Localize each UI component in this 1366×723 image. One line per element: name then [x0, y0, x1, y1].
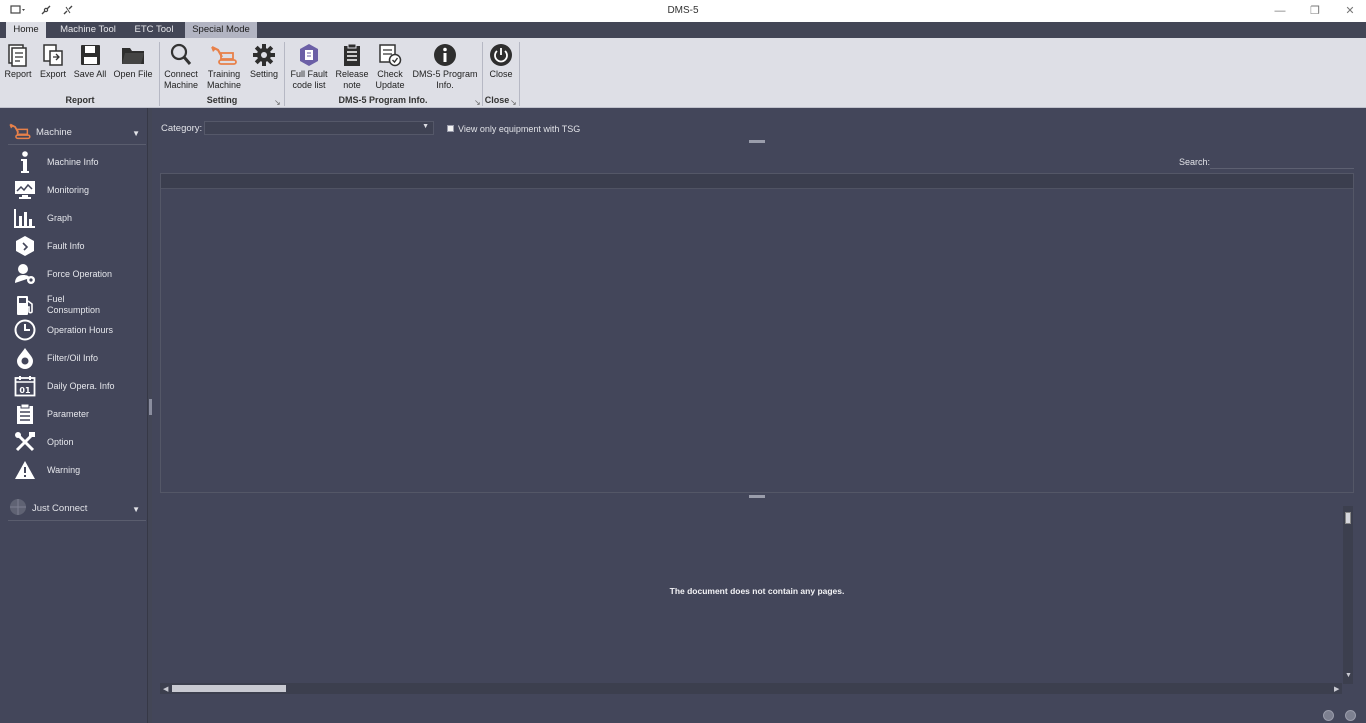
main-panel: Category: ▼ View only equipment with TSG…: [152, 108, 1366, 723]
category-dropdown[interactable]: ▼: [204, 121, 434, 135]
machine-section-header[interactable]: Machine ▼: [8, 121, 146, 145]
fuel-pump-icon: [12, 293, 38, 317]
setting-button[interactable]: Setting: [247, 41, 281, 80]
tab-special-mode[interactable]: Special Mode: [185, 22, 257, 38]
sidebar-item-daily-opera-info[interactable]: 01 Daily Opera. Info: [12, 373, 142, 399]
group-label-close: Close: [484, 95, 510, 105]
sidebar: Machine ▼ Machine Info Monitoring Graph …: [0, 108, 148, 723]
window-title: DMS-5: [667, 5, 699, 16]
grid-header: [161, 174, 1353, 189]
sidebar-item-force-operation[interactable]: Force Operation: [12, 261, 142, 287]
monitor-icon: [12, 178, 38, 202]
bar-chart-icon: [12, 206, 38, 230]
minimize-button[interactable]: —: [1272, 3, 1288, 19]
fault-code-book-icon: [287, 41, 331, 69]
excavator-icon: [8, 122, 32, 143]
sidebar-item-fault-info[interactable]: Fault Info: [12, 233, 142, 259]
setting-dialog-launcher-icon[interactable]: ↘: [274, 98, 281, 107]
document-viewer[interactable]: The document does not contain any pages.: [160, 503, 1354, 695]
ribbon-separator: [519, 42, 520, 106]
sidebar-item-operation-hours[interactable]: Operation Hours: [12, 317, 142, 343]
globe-icon: [8, 498, 28, 519]
vertical-scroll-thumb[interactable]: [1345, 512, 1351, 524]
close-window-button[interactable]: ✕: [1342, 3, 1358, 19]
export-button[interactable]: Export: [37, 41, 69, 80]
horizontal-scroll-thumb[interactable]: [172, 685, 286, 692]
gear-icon: [247, 41, 281, 69]
calendar-icon: 01: [12, 374, 38, 398]
category-label: Category:: [161, 123, 203, 134]
scroll-down-arrow-icon[interactable]: ▼: [1345, 672, 1352, 679]
oil-drop-icon: [12, 346, 38, 370]
svg-text:01: 01: [19, 386, 31, 395]
tsg-checkbox-label: View only equipment with TSG: [458, 124, 581, 134]
sidebar-item-option[interactable]: Option: [12, 429, 142, 455]
title-bar: DMS-5 — ❐ ✕: [0, 0, 1366, 22]
export-icon: [37, 41, 69, 69]
group-label-program-info: DMS-5 Program Info.: [338, 95, 428, 105]
just-connect-label: Just Connect: [32, 503, 88, 514]
chevron-down-icon[interactable]: ▼: [132, 505, 140, 514]
tsg-checkbox[interactable]: [447, 125, 454, 132]
sidebar-item-filter-oil-info[interactable]: Filter/Oil Info: [12, 345, 142, 371]
save-all-icon: [72, 41, 108, 69]
vertical-scrollbar[interactable]: [1343, 506, 1353, 684]
close-dialog-launcher-icon[interactable]: ↘: [510, 98, 517, 107]
tab-machine-tool[interactable]: Machine Tool: [52, 22, 124, 38]
release-note-button[interactable]: Release note: [335, 41, 369, 90]
update-check-icon: [373, 41, 407, 69]
viewer-message: The document does not contain any pages.: [669, 586, 845, 596]
status-indicator-icon: [1345, 710, 1356, 721]
power-icon: [486, 41, 516, 69]
clipboard-icon: [335, 41, 369, 69]
program-info-button[interactable]: DMS-5 Program Info.: [410, 41, 480, 90]
open-file-button[interactable]: Open File: [112, 41, 154, 80]
splitter-grip-handle[interactable]: [749, 495, 765, 498]
report-button[interactable]: Report: [3, 41, 33, 80]
sidebar-item-machine-info[interactable]: Machine Info: [12, 149, 142, 175]
group-label-setting: Setting: [206, 95, 238, 105]
clipboard-list-icon: [12, 402, 38, 426]
warning-triangle-icon: [12, 458, 38, 482]
check-update-button[interactable]: Check Update: [373, 41, 407, 90]
just-connect-section-header[interactable]: Just Connect ▼: [8, 497, 146, 521]
horizontal-scrollbar[interactable]: [160, 683, 1342, 694]
folder-icon: [112, 41, 154, 69]
fault-shield-icon: [12, 234, 38, 258]
excavator-icon: [204, 41, 244, 69]
equipment-grid[interactable]: [160, 173, 1354, 493]
info-icon: [410, 41, 480, 69]
ribbon-tabs: Home Machine Tool ETC Tool Special Mode: [0, 22, 1366, 38]
chevron-down-icon: ▼: [422, 123, 429, 130]
tab-etc-tool[interactable]: ETC Tool: [128, 22, 180, 38]
full-fault-code-list-button[interactable]: Full Fault code list: [287, 41, 331, 90]
group-label-report: Report: [65, 95, 95, 105]
tools-icon: [12, 430, 38, 454]
panel-grip-handle[interactable]: [749, 140, 765, 143]
info-icon: [12, 150, 38, 174]
clock-icon: [12, 318, 38, 342]
close-button[interactable]: Close: [486, 41, 516, 80]
save-all-button[interactable]: Save All: [72, 41, 108, 80]
scroll-right-arrow-icon[interactable]: ▶: [1334, 685, 1339, 693]
chevron-down-icon[interactable]: ▼: [132, 129, 140, 138]
user-gear-icon: [12, 262, 38, 286]
status-indicator-icon: [1323, 710, 1334, 721]
ribbon: Report Export Save All Open File Report …: [0, 38, 1366, 108]
restore-button[interactable]: ❐: [1307, 3, 1323, 19]
connect-machine-button[interactable]: Connect Machine: [162, 41, 200, 90]
search-input[interactable]: [1210, 155, 1354, 169]
search-icon: [162, 41, 200, 69]
sidebar-item-monitoring[interactable]: Monitoring: [12, 177, 142, 203]
sidebar-item-parameter[interactable]: Parameter: [12, 401, 142, 427]
scroll-left-arrow-icon[interactable]: ◀: [163, 685, 168, 693]
program-info-dialog-launcher-icon[interactable]: ↘: [474, 98, 481, 107]
machine-section-label: Machine: [36, 127, 72, 138]
tab-home[interactable]: Home: [6, 22, 46, 38]
training-machine-button[interactable]: Training Machine: [204, 41, 244, 90]
sidebar-item-graph[interactable]: Graph: [12, 205, 142, 231]
sidebar-item-warning[interactable]: Warning: [12, 457, 142, 483]
search-label: Search:: [1179, 157, 1211, 167]
report-icon: [3, 41, 33, 69]
